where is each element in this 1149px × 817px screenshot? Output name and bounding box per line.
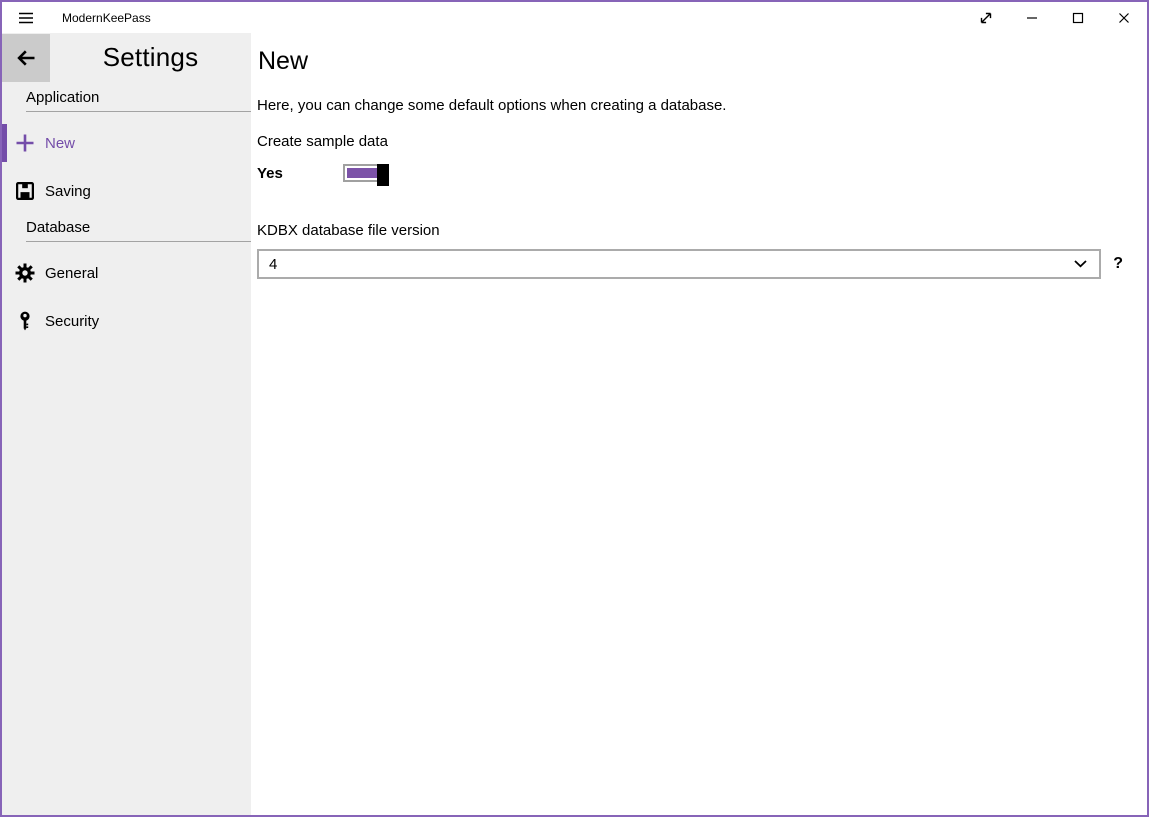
titlebar: ModernKeePass bbox=[2, 2, 1147, 33]
sidebar-item-general[interactable]: General bbox=[2, 249, 251, 297]
sidebar-item-new[interactable]: New bbox=[2, 119, 251, 167]
sidebar-item-label: General bbox=[45, 265, 98, 282]
gear-icon bbox=[15, 263, 35, 283]
app-window: ModernKeePass bbox=[0, 0, 1149, 817]
section-label-database: Database bbox=[26, 219, 251, 242]
create-sample-data-label: Create sample data bbox=[257, 132, 1123, 152]
save-icon bbox=[15, 181, 35, 201]
database-nav-group: General bbox=[2, 249, 251, 345]
maximize-button[interactable] bbox=[1055, 2, 1101, 33]
toggle-state-label: Yes bbox=[257, 165, 343, 182]
fullscreen-icon bbox=[978, 10, 994, 26]
maximize-icon bbox=[1070, 10, 1086, 26]
sidebar-item-label: Saving bbox=[45, 183, 91, 200]
window-controls bbox=[963, 2, 1147, 33]
sidebar-header: Settings bbox=[2, 33, 251, 82]
settings-heading: Settings bbox=[50, 42, 251, 73]
key-icon bbox=[15, 311, 35, 331]
settings-page-new: New Here, you can change some default op… bbox=[251, 33, 1147, 815]
close-icon bbox=[1116, 10, 1132, 26]
sidebar-item-security[interactable]: Security bbox=[2, 297, 251, 345]
toggle-thumb[interactable] bbox=[377, 164, 389, 186]
kdbx-version-label: KDBX database file version bbox=[257, 221, 1123, 241]
create-sample-data-row: Yes bbox=[257, 161, 1123, 185]
combobox-selected-value: 4 bbox=[269, 256, 277, 273]
minimize-button[interactable] bbox=[1009, 2, 1055, 33]
hamburger-icon bbox=[18, 10, 34, 26]
create-sample-data-toggle[interactable] bbox=[343, 164, 387, 182]
page-description: Here, you can change some default option… bbox=[257, 96, 1123, 116]
close-button[interactable] bbox=[1101, 2, 1147, 33]
back-button[interactable] bbox=[2, 34, 50, 82]
window-body: Settings Application New bbox=[2, 33, 1147, 815]
kdbx-version-combobox[interactable]: 4 bbox=[257, 249, 1101, 279]
chevron-down-icon bbox=[1074, 260, 1087, 268]
hamburger-menu-button[interactable] bbox=[2, 2, 50, 33]
section-label-application: Application bbox=[26, 89, 251, 112]
sidebar-item-saving[interactable]: Saving bbox=[2, 167, 251, 215]
sidebar-item-label: Security bbox=[45, 313, 99, 330]
sidebar-item-label: New bbox=[45, 135, 75, 152]
plus-icon bbox=[15, 133, 35, 153]
kdbx-version-row: 4 ? bbox=[257, 249, 1123, 279]
application-nav-group: New Saving bbox=[2, 119, 251, 215]
minimize-icon bbox=[1024, 10, 1040, 26]
fullscreen-button[interactable] bbox=[963, 2, 1009, 33]
page-title: New bbox=[258, 45, 1123, 77]
back-arrow-icon bbox=[15, 47, 37, 69]
help-question-mark[interactable]: ? bbox=[1113, 255, 1123, 273]
window-title: ModernKeePass bbox=[62, 11, 151, 25]
settings-sidebar: Settings Application New bbox=[2, 33, 251, 815]
